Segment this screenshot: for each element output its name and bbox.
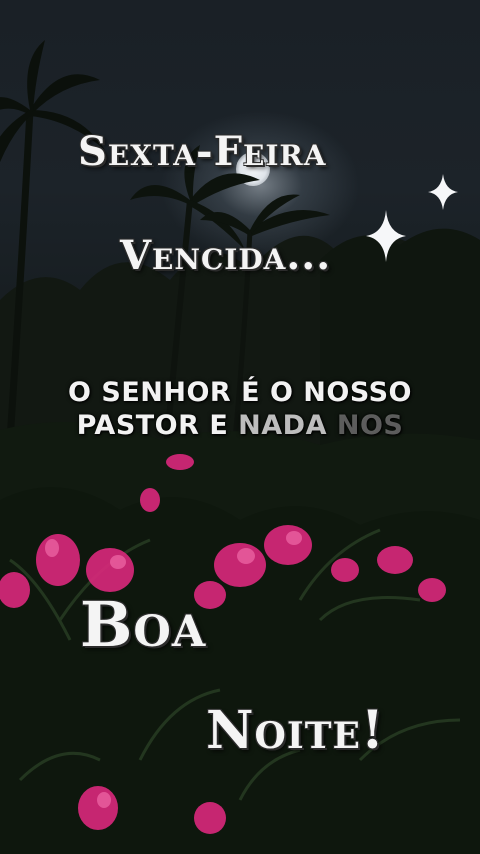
verse-line-2-faded: NOS	[336, 410, 404, 441]
sparkle-icon	[428, 174, 458, 210]
verse-line-2-solid: PASTOR E	[76, 410, 239, 441]
sparkle-icon	[366, 210, 406, 262]
greeting-word-2: Noite!	[206, 700, 385, 761]
heading-line-1: Sexta-Feira	[78, 128, 327, 175]
verse-line-2: PASTOR E NADA NOS	[0, 410, 480, 441]
verse-line-1: O SENHOR É O NOSSO	[68, 377, 412, 408]
greeting-word-1: Boa	[80, 588, 207, 661]
palm-fronds-right	[200, 194, 330, 236]
heading-line-2: Vencida...	[120, 232, 332, 279]
greeting-image: Sexta-Feira Vencida... O SENHOR É O NOSS…	[0, 0, 480, 854]
verse-line-2-fading: NADA	[238, 410, 337, 441]
